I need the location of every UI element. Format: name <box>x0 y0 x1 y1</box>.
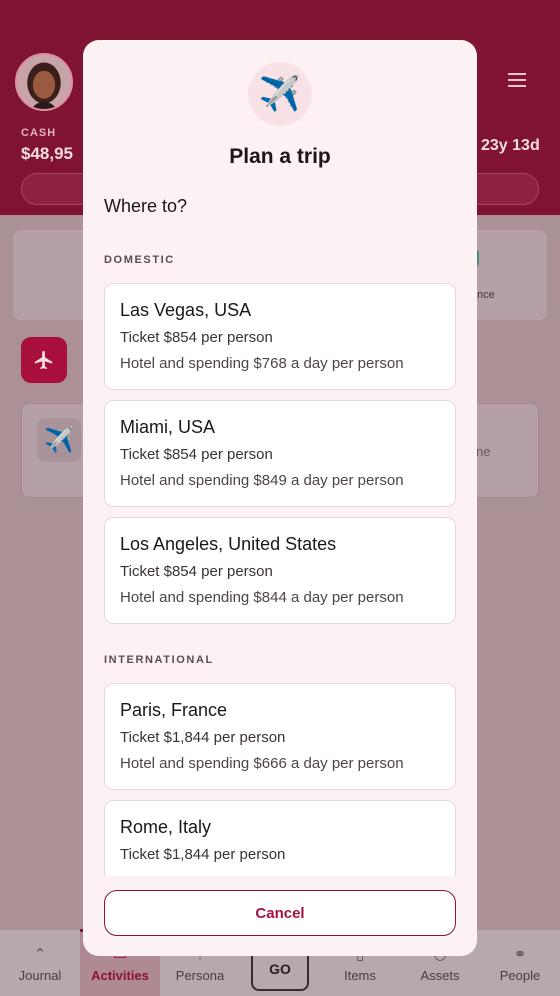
destination-name: Los Angeles, United States <box>120 534 337 554</box>
nav-people[interactable]: ⚭ People <box>480 930 560 996</box>
destination-scroll-area[interactable]: DOMESTIC Las Vegas, USA Ticket $854 per … <box>83 238 477 876</box>
nav-label: Items <box>344 968 376 983</box>
activity-card-airplane-icon: ✈️ <box>37 418 81 462</box>
cash-label: CASH <box>21 127 57 139</box>
nav-journal[interactable]: ⌃ Journal <box>0 930 80 996</box>
destination-hotel-cost: Hotel and spending $849 a day per person <box>120 472 404 489</box>
section-header-domestic: DOMESTIC <box>104 254 175 266</box>
nav-label: Assets <box>420 968 460 983</box>
nav-label: Journal <box>18 968 62 983</box>
activity-card-text: ne <box>476 444 491 459</box>
destination-card[interactable]: Los Angeles, United States Ticket $854 p… <box>104 517 456 624</box>
cancel-button[interactable]: Cancel <box>104 890 456 936</box>
avatar-portrait-icon <box>17 55 71 109</box>
destination-name: Rome, Italy <box>120 817 212 837</box>
cash-value: $48,95 <box>21 144 73 163</box>
destination-hotel-cost: Hotel and spending $844 a day per person <box>120 589 404 606</box>
finance-label: nce <box>477 289 495 301</box>
hamburger-menu-icon[interactable] <box>508 73 526 89</box>
destination-card[interactable]: Paris, France Ticket $1,844 per person H… <box>104 683 456 790</box>
nav-label: Activities <box>91 968 149 983</box>
international-list: Paris, France Ticket $1,844 per person H… <box>83 683 477 876</box>
destination-hotel-cost: Hotel and spending $768 a day per person <box>120 355 404 372</box>
destination-ticket-price: Ticket $854 per person <box>120 563 273 580</box>
activity-category-airplane-icon <box>21 337 67 383</box>
avatar[interactable] <box>15 53 73 111</box>
dialog-title: Plan a trip <box>229 145 331 168</box>
destination-card[interactable]: Rome, Italy Ticket $1,844 per person <box>104 800 456 876</box>
age-value: 23y 13d <box>481 137 540 154</box>
domestic-list: Las Vegas, USA Ticket $854 per person Ho… <box>83 283 477 624</box>
destination-ticket-price: Ticket $854 per person <box>120 446 273 463</box>
destination-card[interactable]: Miami, USA Ticket $854 per person Hotel … <box>104 400 456 507</box>
nav-label: Persona <box>175 968 225 983</box>
destination-ticket-price: Ticket $854 per person <box>120 329 273 346</box>
destination-card[interactable]: Las Vegas, USA Ticket $854 per person Ho… <box>104 283 456 390</box>
plan-trip-dialog: ✈️ Plan a trip Where to? DOMESTIC Las Ve… <box>83 40 477 956</box>
airplane-icon: ✈️ <box>248 62 312 126</box>
journal-icon: ⌃ <box>33 946 47 963</box>
destination-ticket-price: Ticket $1,844 per person <box>120 846 286 863</box>
destination-hotel-cost: Hotel and spending $666 a day per person <box>120 755 404 772</box>
section-header-international: INTERNATIONAL <box>104 654 214 666</box>
destination-ticket-price: Ticket $1,844 per person <box>120 729 286 746</box>
destination-name: Miami, USA <box>120 417 216 437</box>
people-icon: ⚭ <box>513 946 527 963</box>
nav-label: People <box>499 968 541 983</box>
destination-name: Las Vegas, USA <box>120 300 252 320</box>
destination-name: Paris, France <box>120 700 228 720</box>
dialog-subtitle: Where to? <box>104 196 188 216</box>
